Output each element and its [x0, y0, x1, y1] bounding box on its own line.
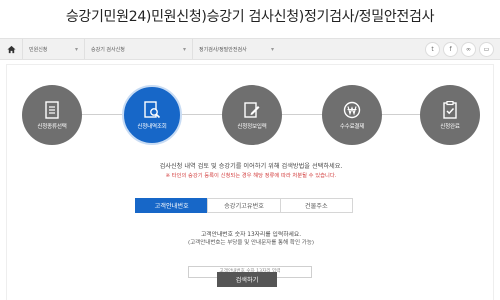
breadcrumb-label: 승강기 검사신청: [91, 46, 125, 53]
step-label: 신청완료: [440, 124, 460, 130]
chevron-down-icon: ▾: [182, 45, 186, 53]
step-fee-payment: 수수료결제: [322, 85, 382, 145]
tab-customer-number[interactable]: 고객안내번호: [135, 198, 208, 213]
search-document-icon: [142, 100, 162, 120]
won-icon: [342, 100, 362, 120]
breadcrumb: 민원신청 ▾ 승강기 검사신청 ▾ 정기검사/정밀안전검사 ▾ t f ∞ ▭: [0, 38, 500, 60]
breadcrumb-label: 정기검사/정밀안전검사: [199, 46, 247, 53]
breadcrumb-label: 민원신청: [29, 46, 48, 53]
link-icon[interactable]: ∞: [461, 41, 476, 57]
search-button[interactable]: 검색하기: [217, 272, 277, 287]
breadcrumb-item-inspection[interactable]: 승강기 검사신청 ▾: [84, 39, 192, 59]
step-label: 수수료결제: [339, 124, 365, 130]
edit-icon: [242, 100, 262, 120]
step-complete: 신청완료: [420, 85, 480, 145]
step-label: 신청내역조회: [137, 124, 167, 130]
home-icon[interactable]: [0, 39, 22, 59]
customer-number-field-wrapper: [188, 257, 312, 278]
tab-elevator-id[interactable]: 승강기고유번호: [207, 198, 280, 213]
breadcrumb-item-periodic[interactable]: 정기검사/정밀안전검사 ▾: [192, 39, 280, 59]
breadcrumb-item-complaint[interactable]: 민원신청 ▾: [22, 39, 84, 59]
input-hint: (고객안내번호는 부당을 및 안내문자를 통해 확인 가능): [187, 240, 315, 246]
chevron-down-icon: ▾: [74, 45, 78, 53]
step-select-type: 신청종류선택: [22, 85, 82, 145]
input-instruction: 고객안내번호 숫자 13자리를 입력하세요.: [200, 232, 302, 238]
document-icon: [42, 100, 62, 120]
step-label: 신청정보입력: [237, 124, 267, 130]
page-title: 승강기민원24)민원신청)승강기 검사신청)정기검사/정밀안전검사: [65, 9, 435, 25]
twitter-icon[interactable]: t: [425, 41, 440, 57]
clipboard-check-icon: [440, 100, 460, 120]
facebook-icon[interactable]: f: [443, 41, 458, 57]
warning-notice: ※ 타인의 승강기 등록이 신청되는 경우 해당 정류에 따라 처분될 수 있습…: [165, 173, 337, 179]
step-history-lookup: 신청내역조회: [122, 85, 182, 145]
share-tools: t f ∞ ▭: [425, 41, 500, 57]
search-instruction: 검사신청 내역 검토 및 승강기를 이어하기 위해 검색방법을 선택하세요.: [159, 163, 343, 170]
step-indicator: 신청종류선택 신청내역조회 신청정보입력 수수료결제 신청완료: [22, 85, 480, 145]
chevron-down-icon: ▾: [270, 45, 274, 53]
print-icon[interactable]: ▭: [479, 41, 494, 57]
search-method-tabs: 고객안내번호 승강기고유번호 건물주소: [135, 198, 353, 213]
tab-building-address[interactable]: 건물주소: [279, 198, 353, 213]
step-info-input: 신청정보입력: [222, 85, 282, 145]
step-label: 신청종류선택: [37, 124, 67, 130]
main-content: 신청종류선택 신청내역조회 신청정보입력 수수료결제 신청완료 검사신청 내역 …: [6, 64, 494, 300]
